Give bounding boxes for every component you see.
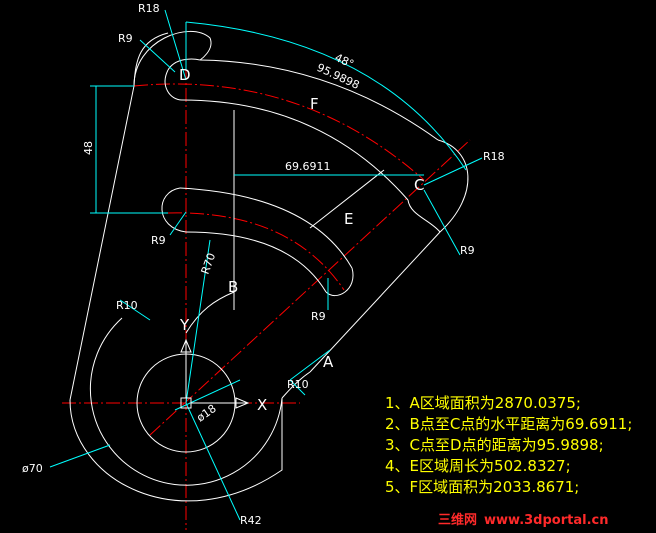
arc-centerline-upper (133, 83, 425, 181)
r18-top-label: R18 (138, 2, 160, 15)
right-cap-inner (407, 199, 441, 233)
watermark-url: www.3dportal.cn (484, 513, 608, 528)
right-cap (437, 139, 469, 233)
outer-boundary-left (69, 32, 169, 401)
note-3: 3、C点至D点的距离为95.9898; (385, 436, 604, 454)
r18-right-leader (423, 157, 483, 186)
arc-centerline-lower (167, 212, 345, 291)
r9-top-label: R9 (118, 32, 133, 45)
notes-list: 1、A区域面积为2870.0375; 2、B点至C点的水平距离为69.6911;… (385, 394, 632, 496)
note-1: 1、A区域面积为2870.0375; (385, 394, 581, 412)
r10-left-label: R10 (116, 299, 138, 312)
r9-top-leader (139, 39, 176, 73)
r18-right-label: R18 (483, 150, 505, 163)
dia70-label: ø70 (22, 462, 43, 475)
outer-boundary-bottom (69, 398, 283, 502)
r9-left-label: R9 (151, 234, 166, 247)
r9-mid-label: R9 (311, 310, 326, 323)
region-f-label: F (310, 95, 319, 113)
ucs-icon (180, 338, 250, 409)
note-2: 2、B点至C点的水平距离为69.6911; (385, 415, 632, 433)
upper-slot-inner (181, 99, 409, 201)
vertical-dim-label: 48 (82, 141, 95, 155)
region-e-label: E (344, 210, 353, 228)
horizontal-dim-label: 69.6911 (285, 160, 331, 173)
angle-dim-arc (185, 21, 467, 171)
point-d-label: D (179, 66, 191, 84)
point-c-label: C (414, 176, 424, 194)
r70-label: R70 (199, 251, 219, 276)
point-b-label: B (228, 278, 238, 296)
region-a-label: A (323, 353, 334, 371)
axis-y-label: Y (179, 316, 190, 334)
dia18-label: ø18 (194, 402, 218, 425)
arc-length-label: 95.9898 (315, 61, 362, 92)
top-cap (133, 30, 212, 87)
axis-x-label: X (257, 396, 267, 414)
right-sloped-edge (309, 231, 441, 373)
r42-label: R42 (240, 514, 262, 527)
r9-right-label: R9 (460, 244, 475, 257)
dia70-leader (49, 444, 111, 468)
cad-drawing: R18 R9 48° 95.9898 48 69.6911 R18 R9 R9 … (22, 2, 632, 530)
lower-slot-end-left (161, 187, 187, 233)
note-5: 5、F区域面积为2033.8671; (385, 478, 579, 496)
watermark-brand: 三维网 (438, 512, 477, 528)
r70-arc (185, 291, 235, 334)
r10-right-label: R10 (287, 378, 309, 391)
note-4: 4、E区域周长为502.8327; (385, 457, 571, 475)
